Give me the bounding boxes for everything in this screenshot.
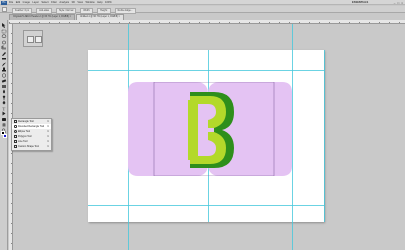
menu-list: File Edit Image Layer Select Filter Anal… xyxy=(9,1,112,5)
shape-icon xyxy=(13,140,17,143)
menu-help[interactable]: Help xyxy=(97,1,102,5)
shape-tool-icon[interactable] xyxy=(1,117,7,122)
blur-tool-icon[interactable] xyxy=(1,89,7,94)
menu-3d[interactable]: 3D xyxy=(72,1,75,5)
move-tool-icon[interactable] xyxy=(1,23,7,28)
shape-tools-flyout: Rectangle Tool U Rounded Rectangle Tool U El… xyxy=(11,118,52,151)
guide-horizontal[interactable] xyxy=(88,70,324,71)
width-field[interactable]: Width: xyxy=(80,7,94,14)
shape-icon xyxy=(13,130,17,133)
marquee-tool-icon[interactable] xyxy=(1,29,7,34)
flyout-item-label: Rounded Rectangle Tool xyxy=(18,125,45,128)
feather-field[interactable]: Feather: 0 px xyxy=(12,7,33,14)
quick-select-tool-icon[interactable] xyxy=(1,40,7,45)
healing-brush-tool-icon[interactable] xyxy=(1,56,7,61)
flyout-item-label: Polygon Tool xyxy=(18,135,32,138)
menu-view[interactable]: View xyxy=(77,1,83,5)
gradient-tool-icon[interactable] xyxy=(1,84,7,89)
panel-button-2[interactable] xyxy=(35,36,42,43)
menu-file[interactable]: File xyxy=(9,1,13,5)
menu-edit[interactable]: Edit xyxy=(16,1,20,5)
type-tool-icon[interactable]: T xyxy=(1,106,7,111)
guide-horizontal[interactable] xyxy=(88,205,324,206)
options-list: Feather: 0 px Anti-alias Style: Normal W… xyxy=(12,7,136,14)
refine-edge-button[interactable]: Refine Edge... xyxy=(114,7,136,14)
foreground-color-swatch[interactable] xyxy=(1,131,5,135)
lasso-tool-icon[interactable] xyxy=(1,34,7,39)
flyout-item-label: Rectangle Tool xyxy=(18,120,34,123)
shape-icon xyxy=(13,120,17,123)
menu-select[interactable]: Select xyxy=(41,1,48,5)
maximize-button[interactable]: □ xyxy=(397,1,399,5)
eraser-tool-icon[interactable] xyxy=(1,78,7,83)
minimize-button[interactable]: – xyxy=(394,1,396,5)
clone-stamp-tool-icon[interactable] xyxy=(1,67,7,72)
flyout-item-label: Line Tool xyxy=(18,140,28,143)
anti-alias-checkbox[interactable]: Anti-alias xyxy=(36,7,52,14)
menu-layer[interactable]: Layer xyxy=(32,1,39,5)
style-select[interactable]: Style: Normal xyxy=(55,7,77,14)
shortcut-key: U xyxy=(47,145,49,148)
path-selection-tool-icon[interactable] xyxy=(1,111,7,116)
crop-tool-icon[interactable] xyxy=(1,45,7,50)
menu-filter[interactable]: Filter xyxy=(51,1,57,5)
horizontal-ruler[interactable] xyxy=(9,20,405,24)
window-controls: – □ × xyxy=(394,1,403,5)
menu-bar: Ps File Edit Image Layer Select Filter A… xyxy=(0,0,405,5)
height-field[interactable]: Height: xyxy=(97,7,111,14)
flyout-item-label: Ellipse Tool xyxy=(18,130,31,133)
pen-tool-icon[interactable] xyxy=(1,100,7,105)
current-tool-icon[interactable] xyxy=(2,7,7,12)
dodge-tool-icon[interactable] xyxy=(1,95,7,100)
mini-panel xyxy=(23,30,43,47)
zoom-level[interactable]: 100% xyxy=(105,1,112,5)
menu-analysis[interactable]: Analysis xyxy=(59,1,69,5)
menu-image[interactable]: Image xyxy=(23,1,30,5)
workspace-switcher[interactable]: ESSENTIALS xyxy=(352,1,368,5)
panel-button-1[interactable] xyxy=(27,36,34,43)
flyout-item-label: Custom Shape Tool xyxy=(18,145,39,148)
shape-icon xyxy=(13,125,17,128)
svg-text:T: T xyxy=(3,106,6,111)
shape-icon xyxy=(13,135,17,138)
guide-vertical[interactable] xyxy=(292,24,293,250)
hand-tool-icon[interactable] xyxy=(1,122,7,127)
guide-vertical[interactable] xyxy=(324,50,325,222)
photoshop-logo: Ps xyxy=(1,0,7,5)
menu-window[interactable]: Window xyxy=(85,1,94,5)
eyedropper-tool-icon[interactable] xyxy=(1,51,7,56)
flyout-item[interactable]: Custom Shape Tool U xyxy=(12,144,51,149)
brush-tool-icon[interactable] xyxy=(1,62,7,67)
close-button[interactable]: × xyxy=(401,1,403,5)
shape-icon xyxy=(13,145,17,148)
artwork-layer[interactable] xyxy=(128,82,292,176)
options-bar: Feather: 0 px Anti-alias Style: Normal W… xyxy=(0,6,405,14)
history-brush-tool-icon[interactable] xyxy=(1,72,7,78)
